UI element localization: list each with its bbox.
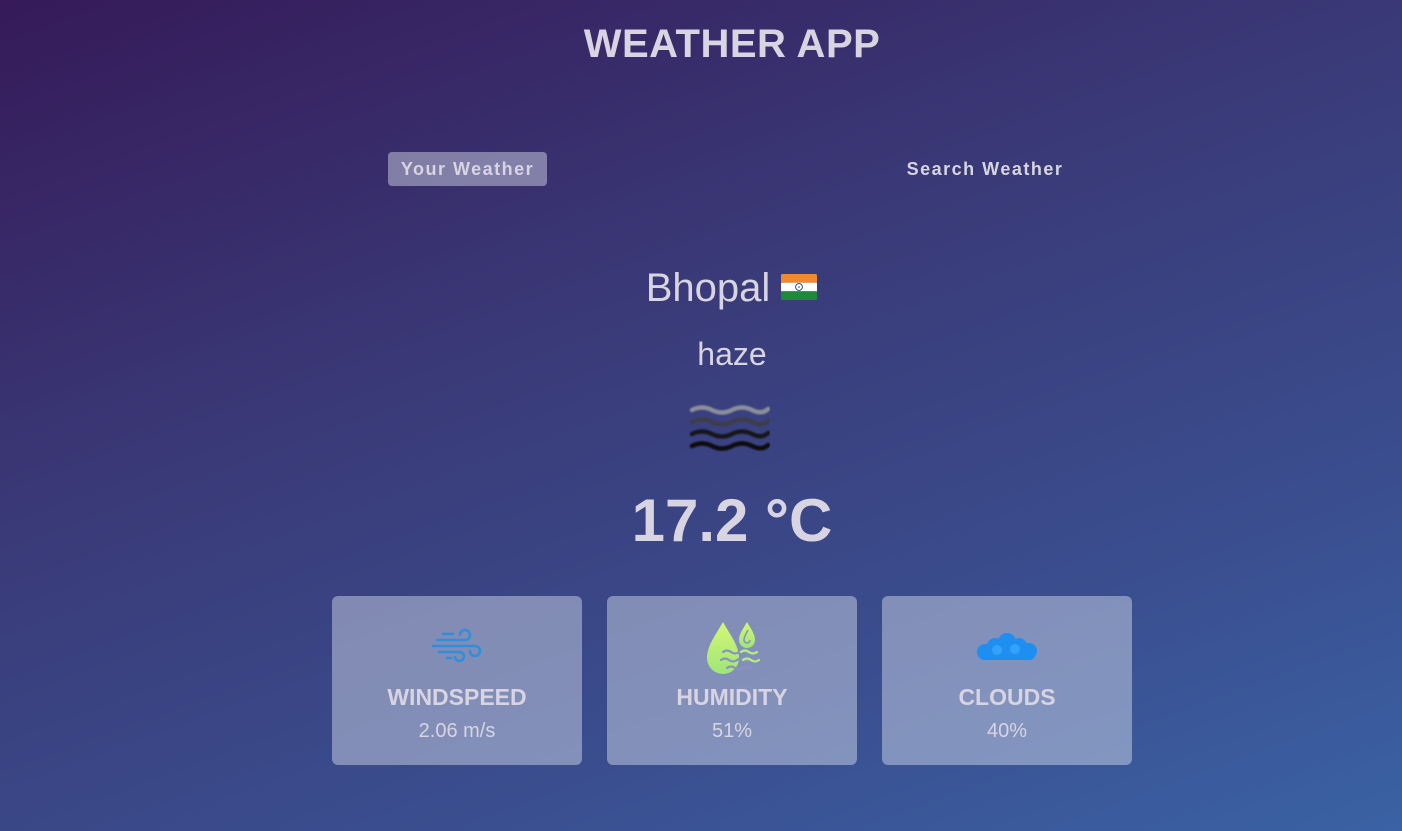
windspeed-value: 2.06 m/s	[418, 720, 496, 742]
city-heading: Bhopal	[0, 266, 1402, 311]
humidity-icon	[707, 622, 761, 674]
tab-search-weather[interactable]: Search Weather	[893, 152, 1077, 186]
humidity-label: HUMIDITY	[676, 684, 788, 710]
clouds-icon	[977, 633, 1037, 660]
clouds-label: CLOUDS	[958, 684, 1056, 710]
weather-description: haze	[697, 336, 767, 372]
humidity-card: HUMIDITY 51%	[607, 596, 857, 765]
tab-your-weather[interactable]: Your Weather	[388, 152, 547, 186]
haze-icon	[689, 405, 770, 451]
clouds-card: CLOUDS 40%	[882, 596, 1132, 765]
clouds-value: 40%	[986, 720, 1028, 742]
city-name: Bhopal	[645, 266, 771, 310]
temperature: 17.2 °C	[631, 487, 833, 554]
windspeed-label: WINDSPEED	[387, 684, 527, 710]
windspeed-card: WINDSPEED 2.06 m/s	[332, 596, 582, 765]
india-flag-icon	[781, 274, 818, 301]
humidity-value: 51%	[711, 720, 753, 742]
wind-icon	[431, 628, 482, 663]
app-title: WEATHER APP	[583, 22, 881, 66]
